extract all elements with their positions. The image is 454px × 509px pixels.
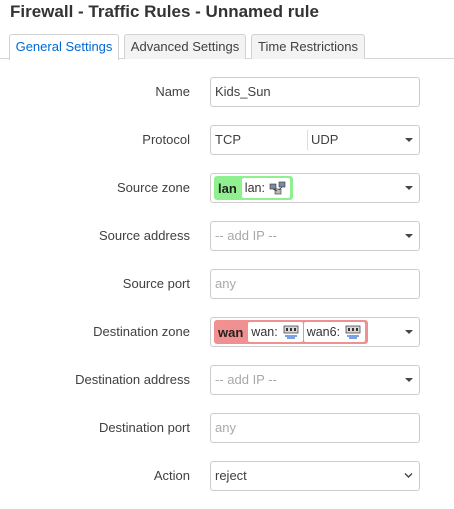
source-port-placeholder: any	[215, 276, 236, 291]
tab-general-settings[interactable]: General Settings	[9, 34, 119, 60]
protocol-select[interactable]: TCP UDP	[210, 125, 420, 155]
destination-address-placeholder: -- add IP --	[215, 372, 277, 387]
tab-advanced-settings[interactable]: Advanced Settings	[124, 34, 246, 59]
caret-down-icon	[405, 378, 413, 382]
action-value: reject	[215, 468, 247, 483]
destination-port-row: Destination port any	[0, 413, 454, 443]
caret-down-icon	[405, 138, 413, 142]
source-port-input[interactable]: any	[210, 269, 420, 299]
destination-address-row: Destination address -- add IP --	[0, 365, 454, 395]
source-zone-select[interactable]: lan lan:	[210, 173, 420, 203]
destination-zone-label: Destination zone	[93, 324, 190, 339]
source-address-label: Source address	[98, 228, 190, 243]
caret-down-icon	[405, 330, 413, 334]
interface-label: lan:	[244, 181, 265, 195]
interface-wan6: wan6:	[303, 322, 366, 342]
ethernet-icon	[283, 325, 299, 339]
caret-down-icon	[405, 234, 413, 238]
action-select[interactable]: reject	[210, 461, 420, 491]
protocol-tcp: TCP	[215, 132, 241, 147]
tab-time-restrictions[interactable]: Time Restrictions	[251, 34, 365, 59]
name-row: Name Kids_Sun	[0, 77, 454, 107]
destination-address-select[interactable]: -- add IP --	[210, 365, 420, 395]
interface-lan: lan:	[241, 178, 290, 198]
name-label: Name	[155, 84, 190, 99]
protocol-udp: UDP	[311, 132, 339, 147]
bridge-icon	[269, 181, 286, 195]
protocol-row: Protocol TCP UDP	[0, 125, 454, 155]
action-label: Action	[153, 468, 190, 483]
destination-zone-select[interactable]: wan wan: wan6:	[210, 317, 420, 347]
source-address-select[interactable]: -- add IP --	[210, 221, 420, 251]
protocol-separator	[307, 130, 308, 150]
interface-label: wan:	[251, 325, 278, 339]
source-address-placeholder: -- add IP --	[215, 228, 277, 243]
tab-bar: General Settings Advanced Settings Time …	[0, 34, 454, 60]
destination-port-input[interactable]: any	[210, 413, 420, 443]
zone-badge-wan: wan wan: wan6:	[214, 320, 369, 344]
source-zone-label: Source zone	[117, 180, 190, 195]
caret-down-icon	[405, 186, 413, 190]
protocol-label: Protocol	[142, 132, 190, 147]
destination-port-label: Destination port	[98, 420, 190, 435]
action-row: Action reject	[0, 461, 454, 491]
source-port-row: Source port any	[0, 269, 454, 299]
zone-badge-lan: lan lan:	[214, 176, 293, 200]
destination-zone-row: Destination zone wan wan: wan6:	[0, 317, 454, 347]
zone-name: wan	[218, 324, 244, 340]
destination-address-label: Destination address	[75, 372, 190, 387]
source-port-label: Source port	[122, 276, 190, 291]
name-input[interactable]: Kids_Sun	[210, 77, 420, 107]
destination-port-placeholder: any	[215, 420, 236, 435]
page-title: Firewall - Traffic Rules - Unnamed rule	[10, 2, 319, 21]
source-zone-row: Source zone lan lan:	[0, 173, 454, 203]
interface-label: wan6:	[306, 325, 341, 339]
source-address-row: Source address -- add IP --	[0, 221, 454, 251]
ethernet-icon	[345, 325, 361, 339]
zone-name: lan	[218, 180, 237, 196]
chevron-down-icon	[404, 473, 413, 478]
interface-wan: wan:	[248, 322, 303, 342]
name-value: Kids_Sun	[215, 84, 271, 99]
